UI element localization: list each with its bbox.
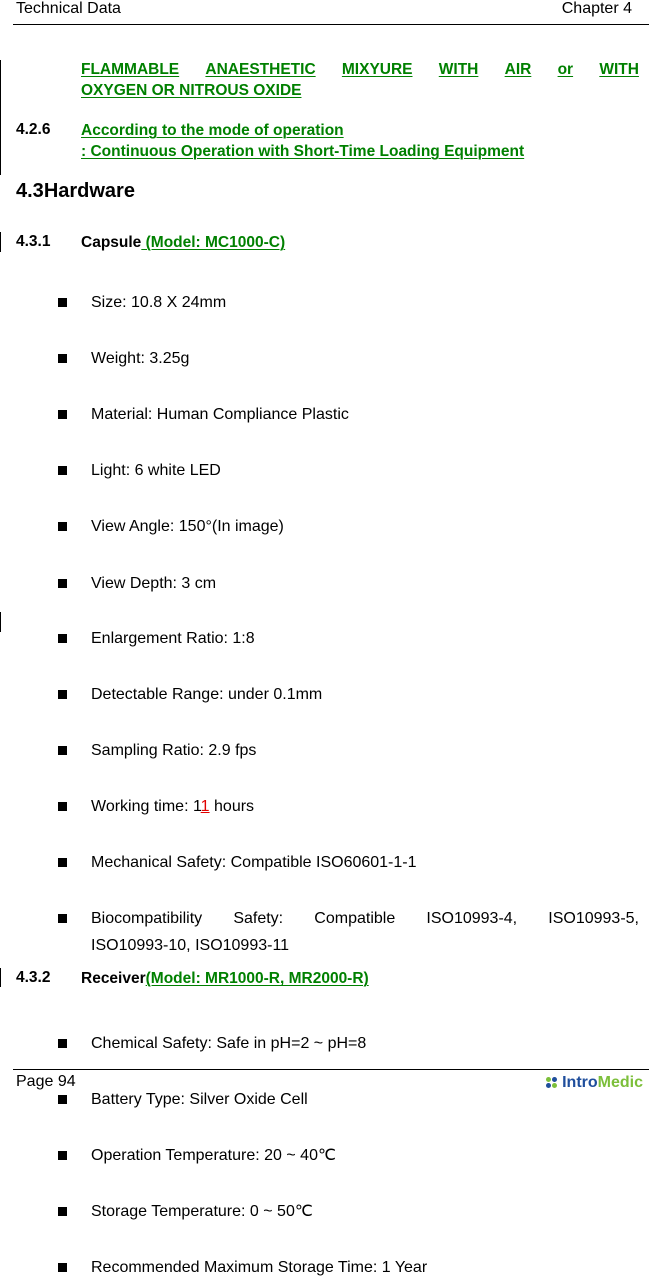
spec-item: Weight: 3.25g xyxy=(53,349,639,369)
spec-text: Sampling Ratio: 2.9 fps xyxy=(91,742,257,759)
bullet-square-icon xyxy=(58,410,67,419)
section-number-4-3-1: 4.3.1 xyxy=(16,233,51,250)
working-time-suffix: hours xyxy=(209,798,255,815)
change-bar xyxy=(0,232,1,252)
receiver-model: (Model: MR1000-R, MR2000-R) xyxy=(145,970,369,987)
bullet-square-icon xyxy=(58,634,67,643)
spec-item: Enlargement Ratio: 1:8 xyxy=(53,629,639,649)
spec-text: Biocompatibility Safety: Compatible ISO1… xyxy=(91,902,639,963)
page-number: Page 94 xyxy=(16,1073,76,1090)
spec-item-working-time: Working time: 11 hours xyxy=(53,797,639,817)
bullet-square-icon xyxy=(58,466,67,475)
spec-item: Sampling Ratio: 2.9 fps xyxy=(53,741,639,761)
change-bar xyxy=(0,612,1,632)
spec-text: Detectable Range: under 0.1mm xyxy=(91,686,323,703)
footer-rule xyxy=(13,1069,649,1070)
bullet-square-icon xyxy=(58,690,67,699)
spec-item: Battery Type: Silver Oxide Cell xyxy=(53,1090,639,1110)
bullet-square-icon xyxy=(58,1263,67,1272)
spec-item: Material: Human Compliance Plastic xyxy=(53,405,639,425)
spec-item: Light: 6 white LED xyxy=(53,461,639,481)
intromedic-logo-icon xyxy=(546,1077,560,1089)
spec-text: Size: 10.8 X 24mm xyxy=(91,294,227,311)
bullet-square-icon xyxy=(58,354,67,363)
intromedic-logo: Intro Medic xyxy=(546,1074,643,1092)
section-number-4-3-2: 4.3.2 xyxy=(16,969,51,986)
change-bar xyxy=(0,60,1,175)
capsule-spec-list: Size: 10.8 X 24mm Weight: 3.25g Material… xyxy=(53,0,639,1276)
spec-text: Working time: 11 hours xyxy=(91,797,639,817)
spec-text: Operation Temperature: 20 ~ 40℃ xyxy=(91,1147,336,1164)
working-time-revision-mark: 1 xyxy=(200,798,210,815)
section-number-4-2-6: 4.2.6 xyxy=(16,121,51,138)
bullet-square-icon xyxy=(58,1095,67,1104)
spec-text: Enlargement Ratio: 1:8 xyxy=(91,630,255,647)
section-number-4-3: 4.3 xyxy=(16,180,44,202)
spec-item: Recommended Maximum Storage Time: 1 Year xyxy=(53,1258,639,1278)
spec-item: Detectable Range: under 0.1mm xyxy=(53,685,639,705)
bullet-square-icon xyxy=(58,746,67,755)
spec-text: Battery Type: Silver Oxide Cell xyxy=(91,1091,308,1108)
bullet-square-icon xyxy=(58,1151,67,1160)
bullet-square-icon xyxy=(58,522,67,531)
spec-text: Light: 6 white LED xyxy=(91,462,221,479)
receiver-label: Receiver xyxy=(81,970,146,987)
spec-item: Storage Temperature: 0 ~ 50℃ xyxy=(53,1202,639,1222)
spec-item-biocompatibility: Biocompatibility Safety: Compatible ISO1… xyxy=(53,902,639,963)
spec-text: Chemical Safety: Safe in pH=2 ~ pH=8 xyxy=(91,1035,367,1052)
logo-text-medic: Medic xyxy=(597,1074,643,1091)
spec-text: Weight: 3.25g xyxy=(91,350,190,367)
logo-text-intro: Intro xyxy=(562,1074,598,1091)
spec-item: Operation Temperature: 20 ~ 40℃ xyxy=(53,1146,639,1166)
spec-item: Chemical Safety: Safe in pH=2 ~ pH=8 xyxy=(53,1034,639,1054)
spec-item: View Depth: 3 cm xyxy=(53,574,639,594)
bullet-square-icon xyxy=(58,298,67,307)
change-bar xyxy=(0,968,1,987)
spec-text: View Angle: 150°(In image) xyxy=(91,518,284,535)
bullet-square-icon xyxy=(58,579,67,588)
bullet-square-icon xyxy=(58,858,67,867)
section-title-receiver: Receiver(Model: MR1000-R, MR2000-R) xyxy=(81,968,369,989)
bullet-square-icon xyxy=(58,1207,67,1216)
spec-item: Size: 10.8 X 24mm xyxy=(53,293,639,313)
working-time-prefix: Working time: 1 xyxy=(91,798,201,815)
spec-text: Recommended Maximum Storage Time: 1 Year xyxy=(91,1259,428,1276)
bullet-square-icon xyxy=(58,802,67,811)
bullet-square-icon xyxy=(58,914,67,923)
spec-text: Storage Temperature: 0 ~ 50℃ xyxy=(91,1203,313,1220)
spec-item: View Angle: 150°(In image) xyxy=(53,517,639,537)
spec-text: View Depth: 3 cm xyxy=(91,575,217,592)
bullet-square-icon xyxy=(58,1039,67,1048)
spec-item: Mechanical Safety: Compatible ISO60601-1… xyxy=(53,853,639,873)
spec-text: Material: Human Compliance Plastic xyxy=(91,406,349,423)
spec-text: Mechanical Safety: Compatible ISO60601-1… xyxy=(91,854,417,871)
